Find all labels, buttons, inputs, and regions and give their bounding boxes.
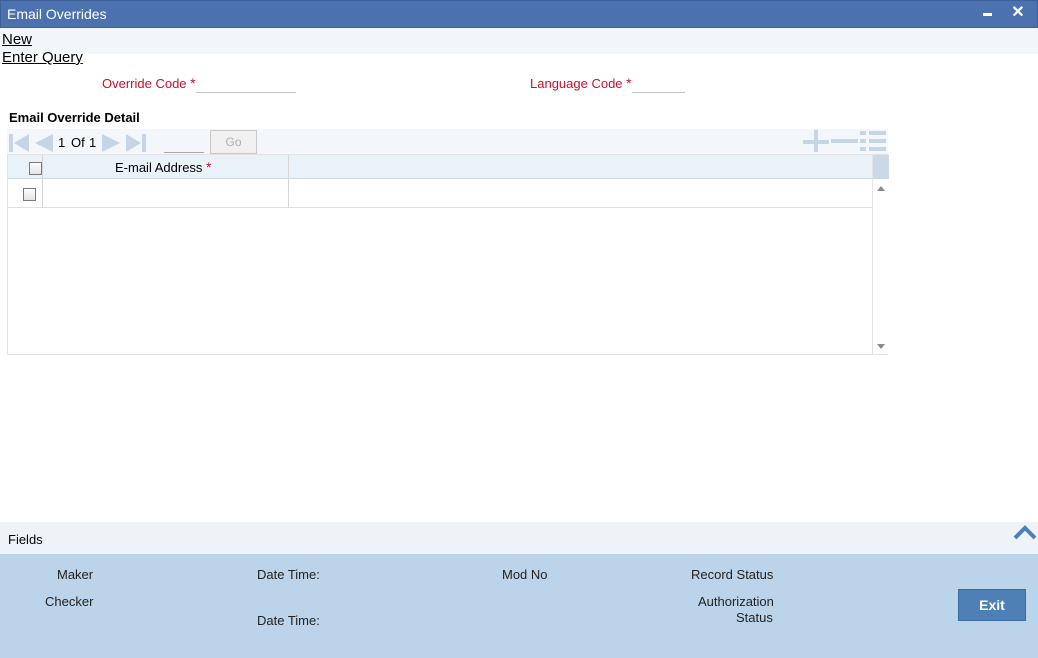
scroll-down-icon[interactable] <box>877 344 885 349</box>
language-code-input[interactable] <box>632 73 685 93</box>
pager-of-label: Of <box>71 135 85 150</box>
goto-page-input[interactable] <box>164 132 204 153</box>
section-title: Email Override Detail <box>9 110 140 125</box>
override-code-input[interactable] <box>196 73 296 93</box>
minimize-icon[interactable] <box>977 3 997 23</box>
checker-date-time-label: Date Time: <box>257 613 320 628</box>
language-code-label: Language Code * <box>530 75 632 91</box>
grid-header: E-mail Address * <box>8 155 872 179</box>
row-checkbox[interactable] <box>23 188 36 201</box>
maker-label: Maker <box>57 567 94 582</box>
record-status-label: Record Status <box>691 567 774 582</box>
email-address-grid: E-mail Address * <box>7 154 889 355</box>
authorization-status-label: Status <box>736 610 773 625</box>
scroll-up-icon[interactable] <box>877 186 885 191</box>
next-page-icon[interactable] <box>101 133 123 153</box>
pager-total: 1 <box>89 135 97 150</box>
override-code-label: Override Code * <box>102 75 196 91</box>
window-title: Email Overrides <box>7 6 107 22</box>
checker-label: Checker <box>45 594 94 609</box>
go-button[interactable]: Go <box>210 130 257 154</box>
close-icon[interactable]: ✕ <box>1008 3 1028 23</box>
maker-date-time-label: Date Time: <box>257 567 320 582</box>
previous-page-icon[interactable] <box>32 133 54 153</box>
chevron-up-icon[interactable] <box>1013 524 1037 540</box>
email-address-cell[interactable] <box>44 183 286 203</box>
exit-button[interactable]: Exit <box>958 589 1026 621</box>
required-marker: * <box>206 159 212 175</box>
required-marker: * <box>190 75 196 91</box>
fields-label[interactable]: Fields <box>8 532 43 547</box>
window-title-bar: Email Overrides ✕ <box>0 0 1038 28</box>
last-page-icon[interactable] <box>125 133 147 153</box>
fields-bar: Fields <box>0 522 1038 554</box>
new-link[interactable]: New <box>2 31 32 48</box>
pager-current: 1 <box>58 135 66 150</box>
first-page-icon[interactable] <box>8 133 30 153</box>
mod-no-label: Mod No <box>502 567 548 582</box>
required-marker: * <box>626 75 632 91</box>
enter-query-link[interactable]: Enter Query <box>2 49 83 66</box>
action-links-bar <box>0 28 1038 54</box>
single-view-icon[interactable] <box>860 130 886 152</box>
table-row <box>8 179 872 208</box>
delete-row-icon[interactable] <box>831 130 858 152</box>
column-header-email[interactable]: E-mail Address * <box>115 159 212 175</box>
grid-scrollbar[interactable] <box>872 155 889 354</box>
select-all-checkbox[interactable] <box>29 162 42 175</box>
authorization-label: Authorization <box>698 594 774 609</box>
add-row-icon[interactable] <box>803 130 829 152</box>
